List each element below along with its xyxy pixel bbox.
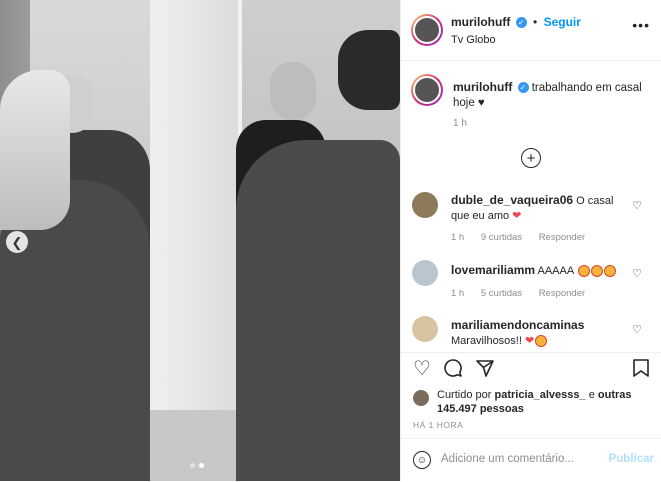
photo-man-body (236, 140, 400, 481)
comment-time: 1 h (451, 288, 465, 299)
avatar[interactable] (411, 74, 443, 106)
comment-meta: 1 h 9 curtidas Responder (451, 232, 599, 243)
verified-icon: ✓ (517, 82, 529, 94)
likes-connector: e (588, 389, 595, 401)
post-header: murilohuff ✓ • Seguir Tv Globo ••• (401, 0, 661, 61)
comment-reply[interactable]: Responder (539, 288, 585, 299)
add-comment-bar: ☺ Publicar (401, 438, 661, 482)
comment-likes[interactable]: 9 curtidas (481, 232, 522, 243)
heart-eyes-emoji-icon (535, 335, 548, 348)
comment-text-block: lovemariliamm AAAAA (451, 263, 631, 279)
comment-time: 1 h (451, 232, 465, 243)
post-timestamp[interactable]: HÁ 1 HORA (413, 420, 463, 430)
carousel-dot (190, 463, 195, 468)
comment-text: AAAAA (537, 265, 574, 277)
post-actions: ♡ (401, 352, 661, 389)
photo-woman-hair (0, 70, 70, 230)
red-heart-emoji-icon: ❤ (512, 210, 522, 222)
heart-icon[interactable]: ♡ (632, 323, 642, 336)
heart-eyes-emoji-icon (590, 265, 603, 278)
likes-text: Curtido por patricia_alvesss_ e outras 1… (437, 388, 637, 416)
comment-likes[interactable]: 5 curtidas (481, 288, 522, 299)
heart-eyes-emoji-icon (577, 265, 590, 278)
avatar[interactable] (412, 316, 438, 342)
separator-dot: • (533, 15, 538, 29)
caption-time: 1 h (453, 118, 467, 129)
heart-icon[interactable]: ♡ (632, 199, 642, 212)
comment-meta: 1 h 5 curtidas Responder (451, 288, 599, 299)
add-circle-icon[interactable]: + (521, 148, 541, 168)
verified-icon: ✓ (515, 17, 527, 29)
carousel-dots (190, 463, 204, 468)
comment-username[interactable]: lovemariliamm (451, 263, 535, 277)
caption-text-block: murilohuff ✓ trabalhando em casal hoje ♥ (453, 80, 643, 111)
comment-input[interactable] (441, 451, 591, 467)
emoji-icon[interactable]: ☺ (413, 451, 431, 469)
comment-text-block: duble_de_vaqueira06 O casal que eu amo ❤ (451, 193, 631, 224)
header-username[interactable]: murilohuff (451, 15, 510, 29)
share-icon[interactable] (475, 358, 495, 382)
follow-button[interactable]: Seguir (544, 15, 581, 29)
post-photo[interactable]: ❮ (0, 0, 400, 481)
carousel-dot-active (199, 463, 204, 468)
red-heart-emoji-icon: ❤ (524, 335, 535, 347)
comment-icon[interactable] (443, 358, 463, 382)
caption-username[interactable]: murilohuff (453, 80, 512, 94)
photo-reflection-man-head (270, 62, 316, 120)
likes-prefix: Curtido por (437, 389, 492, 401)
header-name-row: murilohuff ✓ • Seguir (451, 15, 581, 29)
avatar[interactable] (412, 192, 438, 218)
avatar[interactable] (412, 260, 438, 286)
heart-eyes-emoji-icon (603, 265, 616, 278)
avatar[interactable] (411, 14, 443, 46)
comment-reply[interactable]: Responder (539, 232, 585, 243)
photo-wall-middle (150, 0, 242, 481)
post-side-panel: murilohuff ✓ • Seguir Tv Globo ••• muril… (400, 0, 661, 481)
comment-text: Maravilhosos!! (451, 335, 522, 347)
heart-icon[interactable]: ♡ (632, 267, 642, 280)
publish-button[interactable]: Publicar (609, 453, 654, 465)
comment-username[interactable]: mariliamendoncaminas (451, 318, 584, 332)
avatar[interactable] (413, 390, 429, 406)
header-location[interactable]: Tv Globo (451, 34, 496, 46)
chevron-left-icon[interactable]: ❮ (6, 231, 28, 253)
more-options-icon[interactable]: ••• (632, 17, 650, 33)
bookmark-icon[interactable] (632, 358, 650, 382)
comment-username[interactable]: duble_de_vaqueira06 (451, 193, 573, 207)
photo-man-head (338, 30, 400, 110)
likes-user[interactable]: patricia_alvesss_ (494, 389, 585, 401)
heart-icon[interactable]: ♡ (413, 359, 431, 379)
comment-text-block: mariliamendoncaminas Maravilhosos!! ❤ (451, 318, 631, 349)
